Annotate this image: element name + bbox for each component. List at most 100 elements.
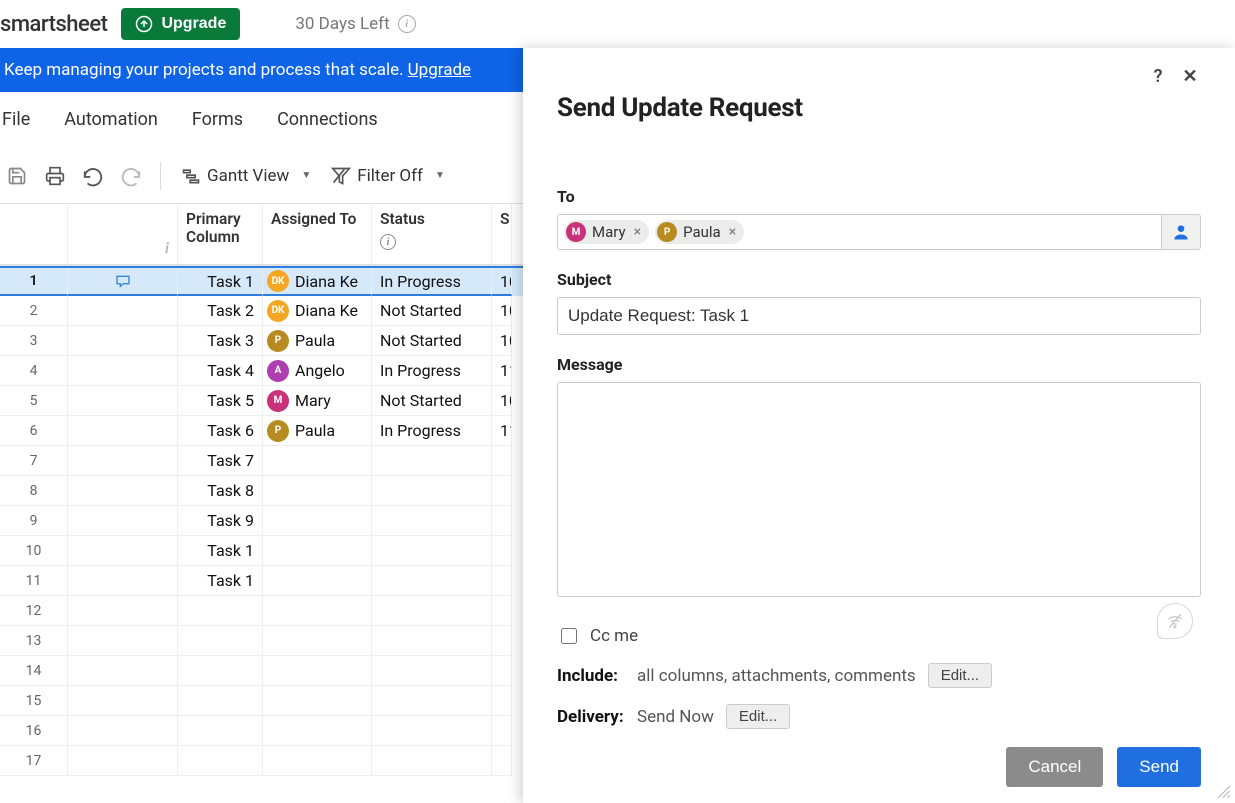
column-header-extra[interactable]: S [492,204,512,264]
cell-primary[interactable]: Task 8 [178,476,263,506]
cell-extra[interactable] [492,746,512,776]
row-indicators[interactable] [68,746,178,776]
row-indicators[interactable] [68,476,178,506]
info-icon[interactable]: i [380,234,396,250]
cell-extra[interactable]: 11 [492,416,512,446]
cell-primary[interactable]: Task 1 [178,268,263,296]
cell-primary[interactable]: Task 1 [178,536,263,566]
recipient-chip[interactable]: MMary× [564,220,649,244]
undo-icon[interactable] [78,161,108,191]
cell-status[interactable] [372,596,492,626]
cell-primary[interactable] [178,596,263,626]
to-field[interactable]: MMary×PPaula× [557,214,1161,250]
cell-primary[interactable]: Task 9 [178,506,263,536]
cell-status[interactable] [372,746,492,776]
row-number[interactable]: 7 [0,446,68,476]
cell-assigned[interactable]: MMary [263,386,372,416]
row-number[interactable]: 17 [0,746,68,776]
comment-icon[interactable] [115,273,131,289]
row-number[interactable]: 2 [0,296,68,326]
filter-toggle[interactable]: Filter Off ▼ [325,162,451,190]
message-textarea[interactable] [557,382,1201,597]
include-edit-button[interactable]: Edit... [928,663,992,688]
row-indicators[interactable] [68,326,178,356]
column-header-primary[interactable]: Primary Column [178,204,263,264]
send-button[interactable]: Send [1117,747,1201,787]
cell-assigned[interactable] [263,566,372,596]
cell-status[interactable] [372,506,492,536]
cell-assigned[interactable]: DKDiana Ke [263,268,372,296]
cell-assigned[interactable] [263,476,372,506]
cell-assigned[interactable] [263,656,372,686]
cell-status[interactable] [372,536,492,566]
remove-recipient-icon[interactable]: × [634,224,641,240]
cell-status[interactable]: Not Started [372,326,492,356]
cell-status[interactable] [372,476,492,506]
row-number[interactable]: 3 [0,326,68,356]
column-header-assigned[interactable]: Assigned To [263,204,372,264]
print-icon[interactable] [40,161,70,191]
cell-assigned[interactable] [263,686,372,716]
cell-primary[interactable] [178,746,263,776]
cell-status[interactable]: In Progress [372,356,492,386]
row-number[interactable]: 9 [0,506,68,536]
row-indicators[interactable] [68,416,178,446]
cell-primary[interactable]: Task 2 [178,296,263,326]
cell-assigned[interactable] [263,446,372,476]
row-number[interactable]: 12 [0,596,68,626]
cell-extra[interactable]: 11 [492,356,512,386]
cell-assigned[interactable]: PPaula [263,326,372,356]
cell-status[interactable]: In Progress [372,416,492,446]
cell-status[interactable] [372,626,492,656]
contact-picker-button[interactable] [1161,214,1201,250]
cell-extra[interactable]: 10 [492,268,512,296]
row-number[interactable]: 16 [0,716,68,746]
help-icon[interactable]: ? [1147,66,1169,87]
remove-recipient-icon[interactable]: × [729,224,736,240]
cell-primary[interactable] [178,656,263,686]
view-switcher[interactable]: Gantt View ▼ [175,162,317,190]
menu-file[interactable]: File [2,109,30,130]
row-indicators[interactable] [68,268,178,296]
cell-extra[interactable] [492,656,512,686]
cell-extra[interactable] [492,536,512,566]
row-indicators[interactable] [68,626,178,656]
cc-me-checkbox[interactable]: Cc me [557,625,1201,647]
cell-primary[interactable] [178,716,263,746]
cell-status[interactable]: In Progress [372,268,492,296]
row-indicators[interactable] [68,356,178,386]
save-icon[interactable] [2,161,32,191]
row-number[interactable]: 1 [0,268,68,296]
cell-assigned[interactable] [263,746,372,776]
cell-status[interactable] [372,686,492,716]
row-number[interactable]: 14 [0,656,68,686]
cell-assigned[interactable] [263,716,372,746]
cell-primary[interactable]: Task 6 [178,416,263,446]
row-number[interactable]: 4 [0,356,68,386]
row-number[interactable]: 13 [0,626,68,656]
cell-extra[interactable] [492,446,512,476]
close-icon[interactable]: ✕ [1179,66,1201,87]
row-number[interactable]: 10 [0,536,68,566]
cell-primary[interactable] [178,686,263,716]
row-indicators[interactable] [68,386,178,416]
row-indicators[interactable] [68,716,178,746]
cell-primary[interactable] [178,626,263,656]
row-number[interactable]: 15 [0,686,68,716]
upgrade-button[interactable]: Upgrade [121,8,240,40]
cell-assigned[interactable]: DKDiana Ke [263,296,372,326]
cell-status[interactable] [372,656,492,686]
cell-extra[interactable] [492,596,512,626]
cell-status[interactable] [372,566,492,596]
row-number[interactable]: 11 [0,566,68,596]
cell-primary[interactable]: Task 4 [178,356,263,386]
row-indicators[interactable] [68,506,178,536]
cc-me-input[interactable] [561,628,577,644]
cell-extra[interactable] [492,476,512,506]
row-number[interactable]: 8 [0,476,68,506]
cell-extra[interactable] [492,626,512,656]
row-indicators[interactable] [68,596,178,626]
cell-status[interactable]: Not Started [372,386,492,416]
row-indicators[interactable] [68,656,178,686]
cell-extra[interactable] [492,506,512,536]
